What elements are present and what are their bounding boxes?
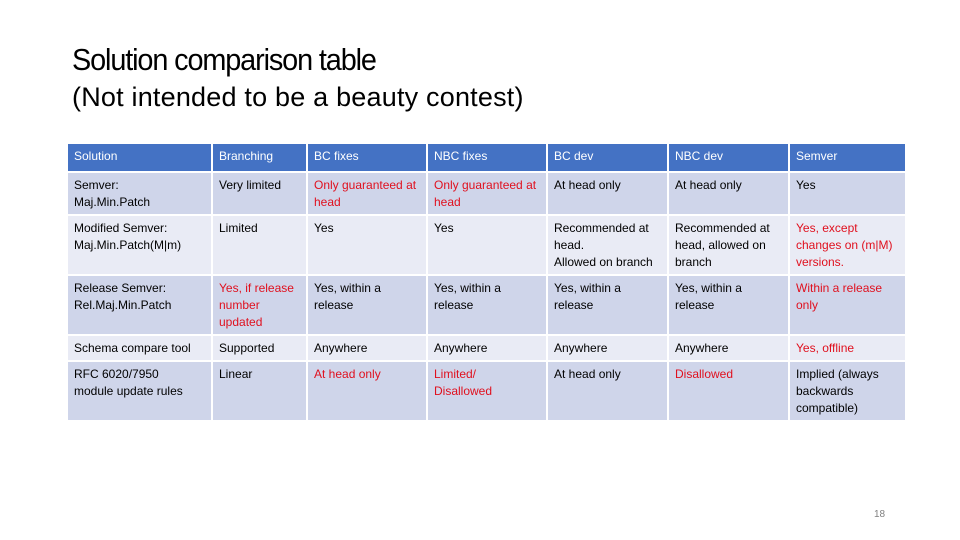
header-nbc-fixes: NBC fixes [428,144,546,171]
cell-branching: Supported [213,336,306,360]
cell-semver: Within a release only [790,276,905,334]
table-row: Modified Semver: Maj.Min.Patch(M|m) Limit… [68,216,905,274]
cell-branching: Linear [213,362,306,420]
cell-solution: Release Semver: Rel.Maj.Min.Patch [68,276,211,334]
cell-nbc-fixes: Limited/ Disallowed [428,362,546,420]
slide-title: Solution comparison table [72,42,377,77]
header-solution: Solution [68,144,211,171]
cell-solution: Schema compare tool [68,336,211,360]
cell-nbc-dev: Anywhere [669,336,788,360]
comparison-table: Solution Branching BC fixes NBC fixes BC… [66,142,907,422]
slide-subtitle: (Not intended to be a beauty contest) [72,82,524,112]
table-body: Semver: Maj.Min.Patch Very limited Only gu… [68,173,905,420]
cell-bc-fixes: Anywhere [308,336,426,360]
cell-nbc-dev: Disallowed [669,362,788,420]
cell-semver: Yes, offline [790,336,905,360]
cell-bc-fixes: Yes, within a release [308,276,426,334]
cell-nbc-fixes: Anywhere [428,336,546,360]
cell-nbc-dev: Yes, within a release [669,276,788,334]
cell-bc-dev: At head only [548,362,667,420]
cell-solution: RFC 6020/7950 module update rules [68,362,211,420]
cell-bc-dev: At head only [548,173,667,214]
cell-semver: Yes, except changes on (m|M) versions. [790,216,905,274]
table-row: RFC 6020/7950 module update rules Linear A… [68,362,905,420]
header-bc-fixes: BC fixes [308,144,426,171]
cell-bc-dev: Recommended at head. Allowed on branch [548,216,667,274]
cell-bc-fixes: Only guaranteed at head [308,173,426,214]
cell-semver: Yes [790,173,905,214]
cell-branching: Very limited [213,173,306,214]
table-row: Schema compare tool Supported Anywhere Anyw… [68,336,905,360]
cell-bc-dev: Yes, within a release [548,276,667,334]
cell-bc-fixes: Yes [308,216,426,274]
cell-solution: Semver: Maj.Min.Patch [68,173,211,214]
header-semver: Semver [790,144,905,171]
cell-nbc-fixes: Only guaranteed at head [428,173,546,214]
cell-branching: Limited [213,216,306,274]
cell-semver: Implied (always backwards compatible) [790,362,905,420]
cell-bc-dev: Anywhere [548,336,667,360]
page-number: 18 [874,509,886,520]
cell-nbc-dev: Recommended at head, allowed on branch [669,216,788,274]
cell-branching: Yes, if release number updated [213,276,306,334]
header-branching: Branching [213,144,306,171]
cell-nbc-fixes: Yes, within a release [428,276,546,334]
header-nbc-dev: NBC dev [669,144,788,171]
header-bc-dev: BC dev [548,144,667,171]
cell-nbc-dev: At head only [669,173,788,214]
cell-solution: Modified Semver: Maj.Min.Patch(M|m) [68,216,211,274]
cell-bc-fixes: At head only [308,362,426,420]
table-row: Semver: Maj.Min.Patch Very limited Only gu… [68,173,905,214]
table-row: Release Semver: Rel.Maj.Min.Patch Yes, if… [68,276,905,334]
cell-nbc-fixes: Yes [428,216,546,274]
header-row: Solution Branching BC fixes NBC fixes BC… [68,144,905,171]
